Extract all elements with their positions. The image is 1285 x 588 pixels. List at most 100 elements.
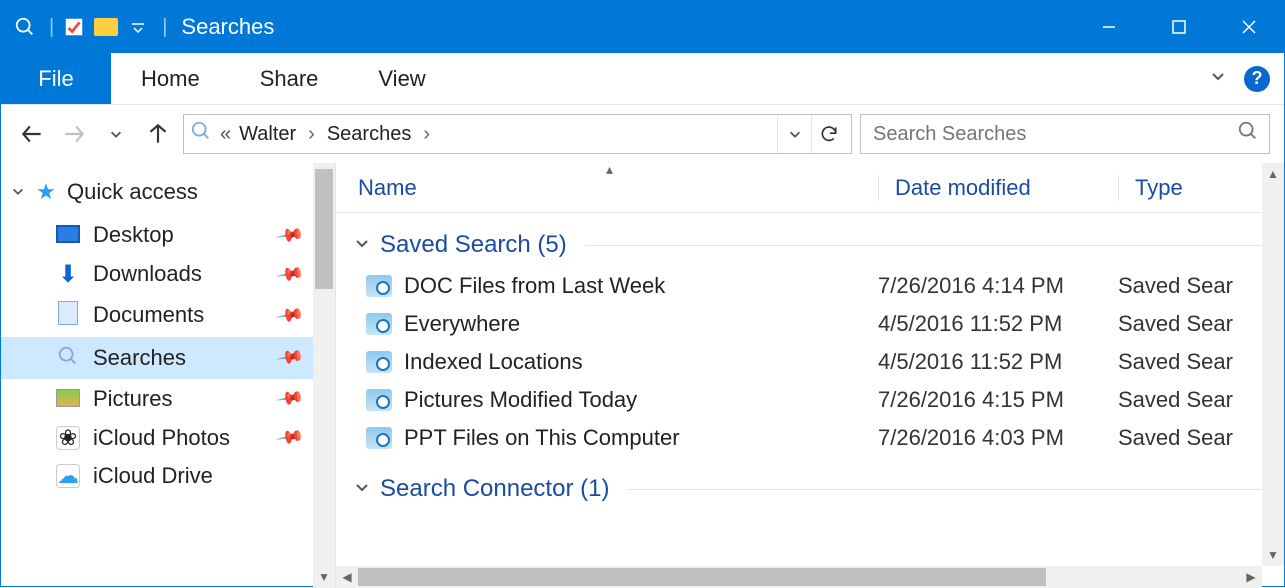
column-header-name[interactable]: Name [358, 175, 878, 201]
filepane-hscrollbar[interactable]: ◀ ▶ [336, 566, 1262, 588]
tree-root-label: Quick access [67, 179, 198, 205]
qat-newfolder-icon[interactable] [92, 13, 120, 41]
help-icon[interactable]: ? [1244, 66, 1270, 92]
scroll-up-icon[interactable]: ▲ [1262, 163, 1284, 185]
address-history-button[interactable] [777, 115, 811, 153]
saved-search-icon [366, 427, 392, 449]
file-row[interactable]: Everywhere4/5/2016 11:52 PMSaved Sear [336, 305, 1284, 343]
file-row[interactable]: DOC Files from Last Week7/26/2016 4:14 P… [336, 267, 1284, 305]
ribbon-expand-icon[interactable] [1210, 67, 1226, 90]
saved-search-icon [366, 351, 392, 373]
qat-customize-icon[interactable] [124, 13, 152, 41]
qat-properties-icon[interactable] [60, 13, 88, 41]
sidebar-item-searches[interactable]: Searches📌 [1, 337, 335, 379]
window-title: Searches [181, 14, 274, 40]
file-type: Saved Sear [1118, 425, 1284, 451]
sidebar-item-label: iCloud Photos [93, 425, 230, 451]
up-button[interactable] [141, 117, 175, 151]
sidebar-item-label: Downloads [93, 261, 202, 287]
filepane-vscrollbar[interactable]: ▲ ▼ [1262, 163, 1284, 566]
sidebar-item-documents[interactable]: Documents📌 [1, 294, 335, 337]
group-rule [585, 245, 1276, 246]
column-headers: ▴ Name Date modified Type [336, 163, 1284, 213]
address-bar[interactable]: « Walter › Searches › [183, 114, 852, 154]
file-type: Saved Sear [1118, 273, 1284, 299]
breadcrumb-prefix: « [220, 123, 231, 146]
scroll-thumb[interactable] [315, 169, 333, 289]
ribbon-tab-view[interactable]: View [348, 53, 455, 104]
search-box[interactable] [860, 114, 1270, 154]
column-header-type[interactable]: Type [1118, 175, 1284, 201]
scroll-left-icon[interactable]: ◀ [336, 570, 358, 584]
chevron-down-icon[interactable] [354, 475, 370, 503]
sidebar-item-desktop[interactable]: Desktop 📌 [1, 215, 335, 255]
ribbon-tab-file[interactable]: File [1, 53, 111, 104]
file-name: Indexed Locations [404, 349, 583, 375]
file-name: DOC Files from Last Week [404, 273, 665, 299]
recent-locations-button[interactable] [99, 117, 133, 151]
file-date: 7/26/2016 4:03 PM [878, 425, 1118, 451]
pin-icon: 📌 [275, 422, 305, 452]
file-type: Saved Sear [1118, 349, 1284, 375]
ribbon-tab-share[interactable]: Share [230, 53, 349, 104]
file-row[interactable]: PPT Files on This Computer 7/26/2016 4:03… [336, 419, 1284, 457]
download-icon: ⬇ [55, 261, 81, 288]
address-icon [190, 120, 212, 148]
sidebar-item-pictures[interactable]: Pictures 📌 [1, 379, 335, 419]
breadcrumb-part-0[interactable]: Walter [239, 123, 296, 146]
column-header-date[interactable]: Date modified [878, 175, 1118, 201]
pictures-icon [55, 385, 81, 413]
titlebar: | | Searches [1, 1, 1284, 53]
scroll-down-icon[interactable]: ▼ [313, 566, 335, 588]
search-icon [55, 343, 81, 373]
sidebar-item-label: Documents [93, 302, 204, 328]
qat-separator: | [49, 16, 54, 39]
file-name: PPT Files on This Computer [404, 425, 680, 451]
group-title: Saved Search (5) [380, 231, 567, 259]
tree-root-quick-access[interactable]: ★ Quick access [1, 173, 335, 215]
pin-icon: 📌 [275, 220, 305, 250]
file-date: 7/26/2016 4:15 PM [878, 387, 1118, 413]
refresh-button[interactable] [811, 115, 845, 153]
saved-search-icon [366, 313, 392, 335]
sidebar-item-icloud-drive[interactable]: ☁iCloud Drive [1, 457, 335, 495]
chevron-right-icon[interactable]: › [423, 123, 430, 146]
file-date: 4/5/2016 11:52 PM [878, 349, 1118, 375]
pin-icon: 📌 [275, 342, 305, 372]
group-header[interactable]: Saved Search (5) [336, 213, 1284, 267]
ribbon-tab-home[interactable]: Home [111, 53, 230, 104]
sidebar-item-label: Desktop [93, 222, 174, 248]
navigation-pane: ★ Quick access Desktop 📌 ⬇ Downloads 📌 Docume… [1, 163, 336, 588]
chevron-down-icon[interactable] [11, 179, 25, 205]
group-header[interactable]: Search Connector (1) [336, 457, 1284, 511]
forward-button[interactable] [57, 117, 91, 151]
chevron-down-icon[interactable] [354, 231, 370, 259]
document-icon [55, 300, 81, 331]
minimize-button[interactable] [1074, 1, 1144, 53]
file-type: Saved Sear [1118, 311, 1284, 337]
close-button[interactable] [1214, 1, 1284, 53]
qat-search-icon[interactable] [11, 13, 39, 41]
pin-icon: 📌 [275, 383, 305, 413]
maximize-button[interactable] [1144, 1, 1214, 53]
search-input[interactable] [871, 122, 1237, 147]
scroll-thumb[interactable] [358, 568, 1046, 586]
chevron-right-icon[interactable]: › [308, 123, 315, 146]
sidebar-item-icloud-photos[interactable]: ❀ iCloud Photos 📌 [1, 419, 335, 457]
scroll-down-icon[interactable]: ▼ [1262, 544, 1284, 566]
desktop-icon [55, 221, 81, 249]
scroll-right-icon[interactable]: ▶ [1240, 570, 1262, 584]
back-button[interactable] [15, 117, 49, 151]
icloud-photos-icon: ❀ [55, 425, 81, 451]
sidebar-item-label: Pictures [93, 386, 172, 412]
search-icon[interactable] [1237, 120, 1259, 148]
navigation-row: « Walter › Searches › [1, 105, 1284, 163]
group-rule [627, 489, 1276, 490]
breadcrumb-part-1[interactable]: Searches [327, 123, 412, 146]
file-row[interactable]: Pictures Modified Today7/26/2016 4:15 PM… [336, 381, 1284, 419]
navpane-scrollbar[interactable]: ▲ ▼ [313, 163, 335, 588]
sidebar-item-label: iCloud Drive [93, 463, 213, 489]
file-row[interactable]: Indexed Locations 4/5/2016 11:52 PMSaved … [336, 343, 1284, 381]
file-date: 4/5/2016 11:52 PM [878, 311, 1118, 337]
sidebar-item-downloads[interactable]: ⬇Downloads📌 [1, 255, 335, 294]
